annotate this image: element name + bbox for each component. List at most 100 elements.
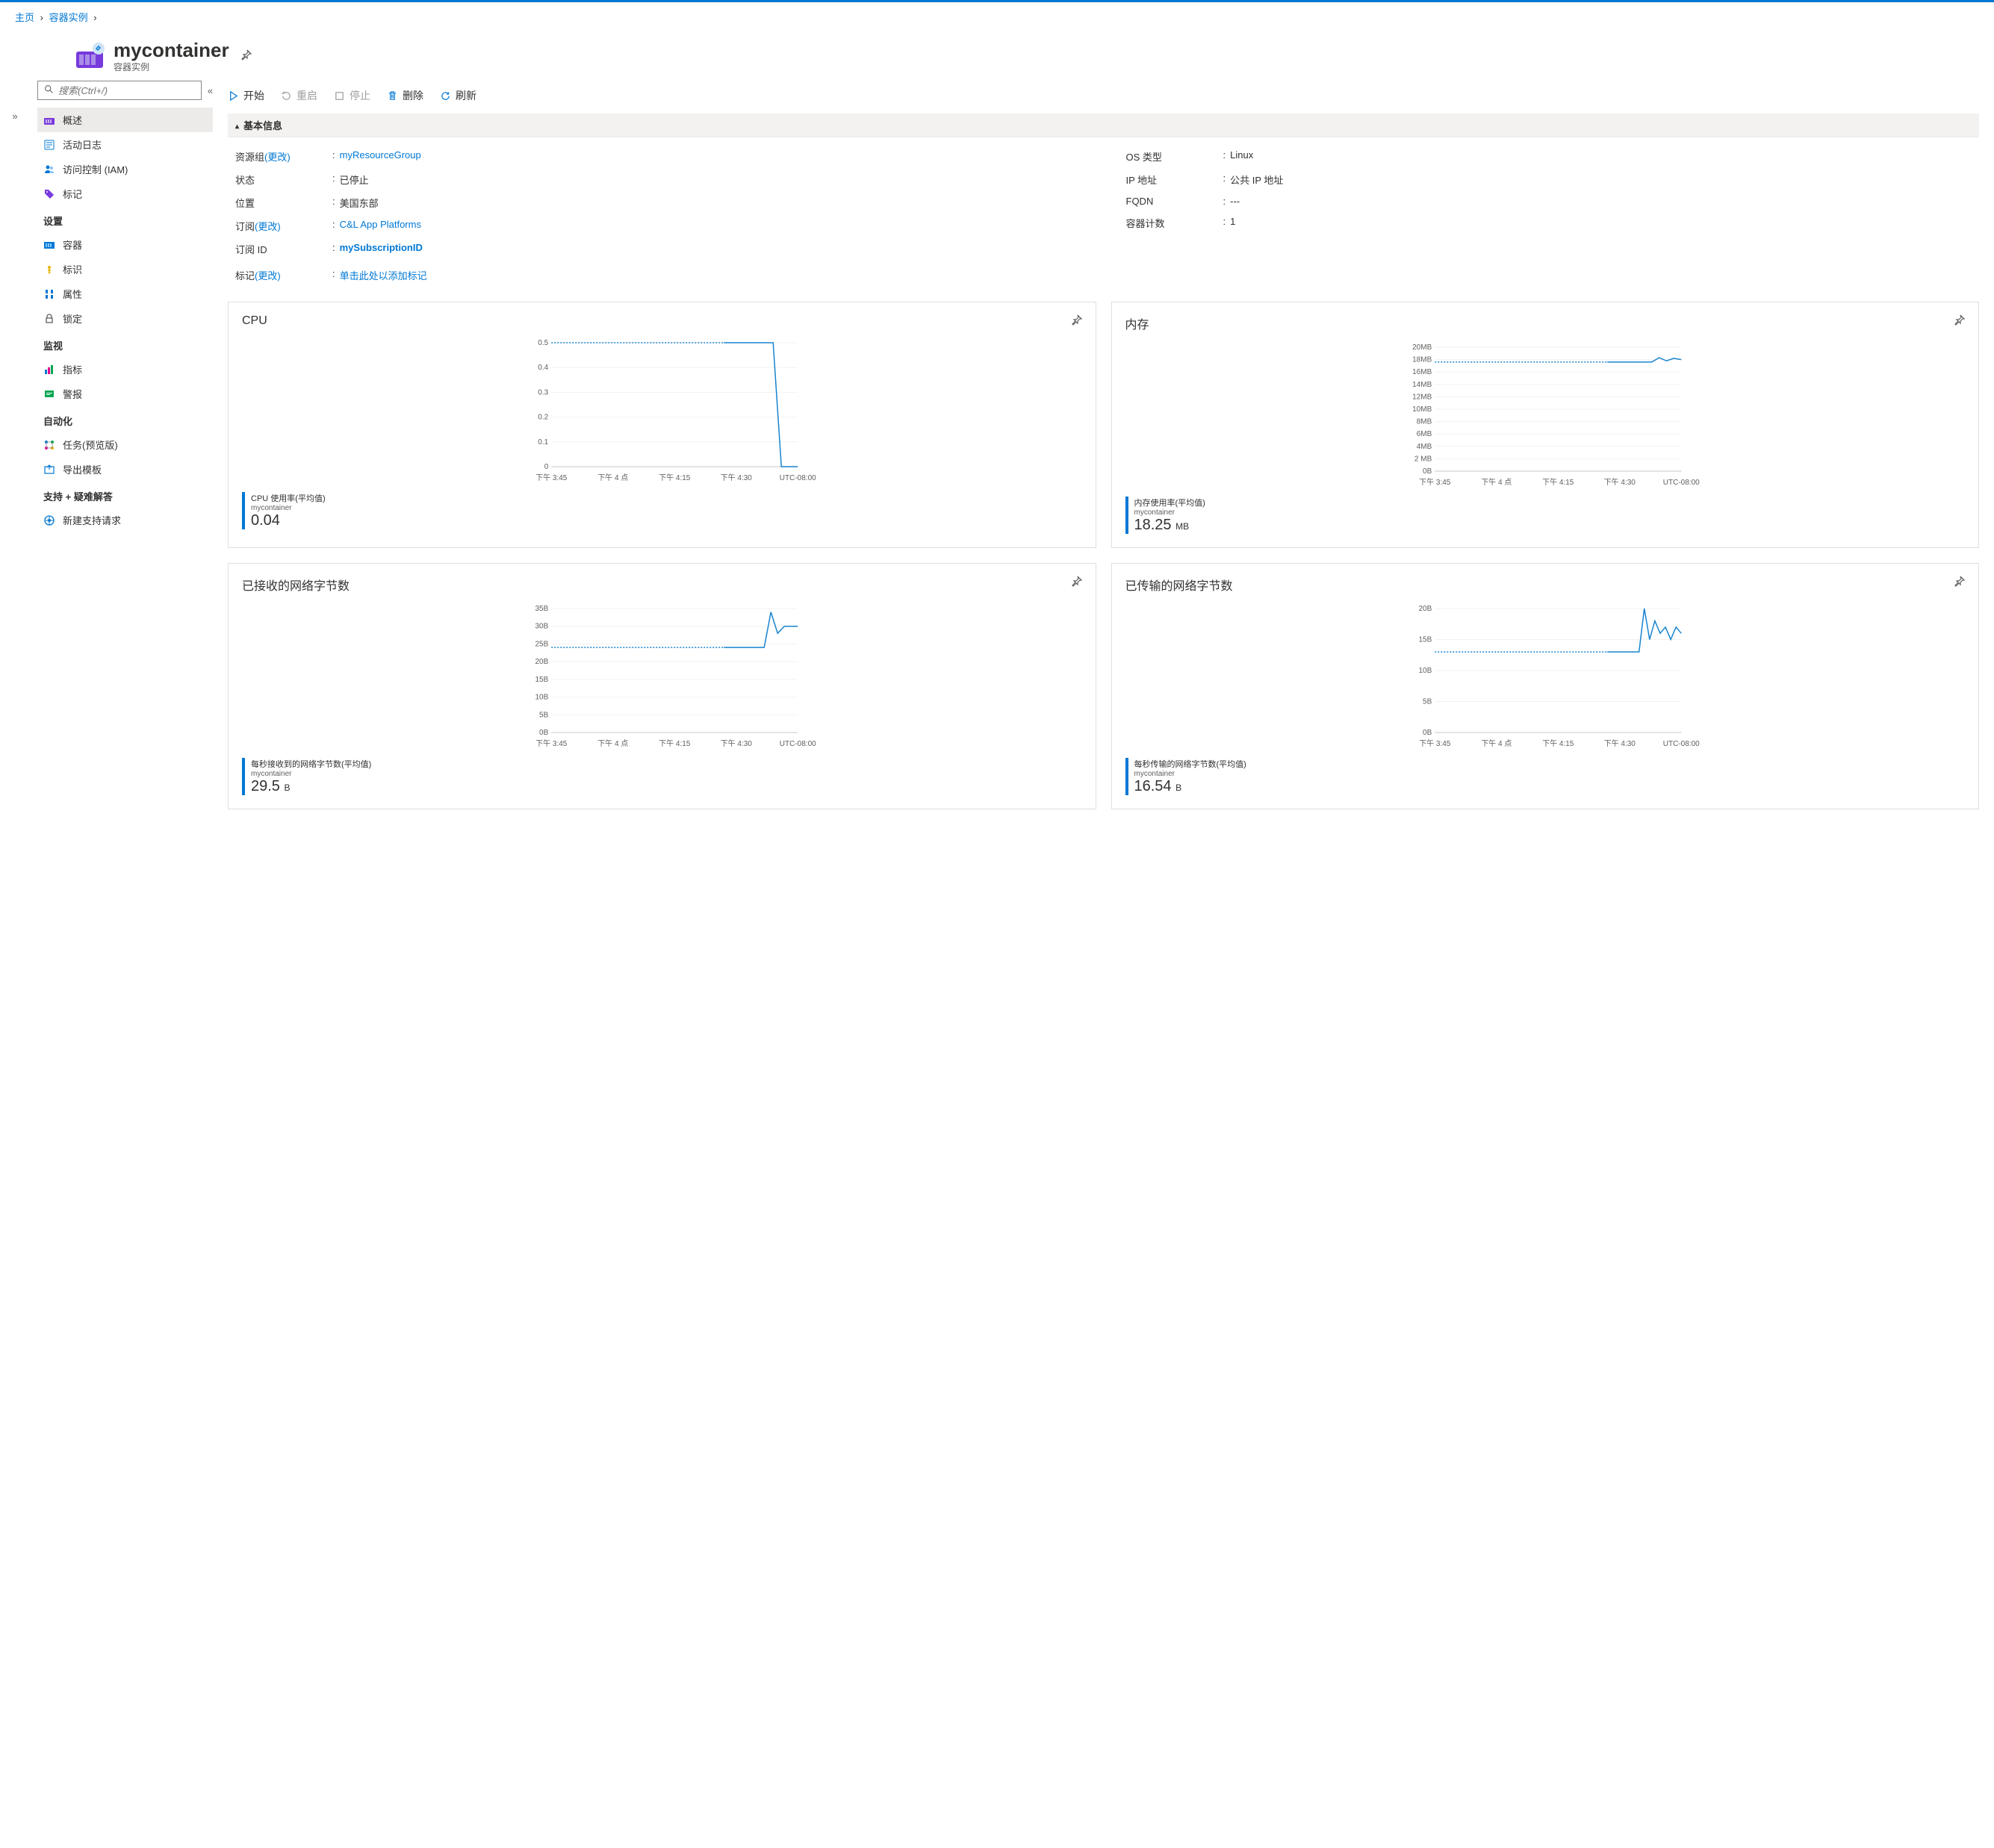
metrics-icon [43, 364, 55, 376]
svg-text:下午 4 点: 下午 4 点 [597, 738, 628, 748]
chart-title: 已传输的网络字节数 [1125, 576, 1966, 594]
svg-text:0.4: 0.4 [538, 364, 548, 372]
breadcrumb-section[interactable]: 容器实例 [49, 12, 88, 23]
tags-change-link[interactable]: (更改) [255, 270, 281, 281]
chart-card: 内存 0B2 MB4MB6MB8MB10MB12MB14MB16MB18MB20M… [1111, 302, 1980, 548]
chart-plot[interactable]: 0B2 MB4MB6MB8MB10MB12MB14MB16MB18MB20MB下… [1125, 340, 1966, 489]
sidebar-item-identity[interactable]: 标识 [37, 257, 213, 281]
identity-icon [43, 264, 55, 276]
pin-icon[interactable] [1953, 314, 1965, 329]
svg-text:15B: 15B [1418, 636, 1432, 644]
tags-row: 标记(更改) : 单击此处以添加标记 [228, 261, 1979, 287]
sidebar-section-settings: 设置 [37, 206, 213, 232]
chart-metric-name: 每秒传输的网络字节数(平均值) [1134, 758, 1246, 770]
chart-metric-value: 29.5 B [251, 778, 371, 795]
svg-text:下午 4 点: 下午 4 点 [597, 473, 628, 482]
svg-text:20B: 20B [535, 658, 548, 666]
property-row: 位置:美国东部 [235, 191, 1081, 214]
play-icon [228, 90, 239, 102]
svg-text:UTC-08:00: UTC-08:00 [1662, 740, 1699, 748]
sidebar-item-metrics[interactable]: 指标 [37, 357, 213, 382]
pin-icon[interactable] [1070, 314, 1082, 329]
essentials-header[interactable]: 基本信息 [228, 113, 1979, 137]
sidebar-section-support: 支持 + 疑难解答 [37, 482, 213, 508]
property-label: OS 类型 [1126, 149, 1223, 164]
property-label: 订阅 ID [235, 242, 332, 256]
property-label: 资源组(更改) [235, 149, 332, 164]
chevron-right-icon: › [93, 12, 96, 23]
refresh-icon [440, 90, 451, 102]
pin-icon[interactable] [1070, 576, 1082, 590]
svg-text:5B: 5B [539, 711, 549, 719]
search-input[interactable] [58, 85, 195, 96]
sidebar-item-overview[interactable]: 概述 [37, 108, 213, 132]
sidebar-item-tag[interactable]: 标记 [37, 181, 213, 206]
search-input-wrapper[interactable] [37, 81, 202, 100]
chart-plot[interactable]: 0B5B10B15B20B下午 3:45下午 4 点下午 4:15下午 4:30… [1125, 601, 1966, 750]
sidebar-item-container[interactable]: 容器 [37, 232, 213, 257]
svg-text:0.5: 0.5 [538, 339, 548, 347]
property-row: IP 地址:公共 IP 地址 [1126, 168, 1972, 191]
start-button[interactable]: 开始 [228, 88, 264, 103]
svg-text:5B: 5B [1423, 698, 1432, 706]
svg-text:UTC-08:00: UTC-08:00 [780, 740, 816, 748]
breadcrumb-home[interactable]: 主页 [15, 12, 34, 23]
property-value[interactable]: mySubscriptionID [340, 242, 423, 256]
add-tags-link[interactable]: 单击此处以添加标记 [340, 268, 427, 282]
sidebar-item-label: 属性 [63, 287, 82, 301]
refresh-button[interactable]: 刷新 [440, 88, 476, 103]
pin-icon[interactable] [1953, 576, 1965, 590]
pin-icon[interactable] [240, 49, 252, 63]
sidebar-item-log[interactable]: 活动日志 [37, 132, 213, 157]
chart-metric-value: 0.04 [251, 512, 326, 529]
sidebar-item-iam[interactable]: 访问控制 (IAM) [37, 157, 213, 181]
lock-icon [43, 313, 55, 325]
support-icon [43, 514, 55, 526]
delete-button[interactable]: 删除 [387, 88, 423, 103]
overview-icon [43, 114, 55, 126]
svg-text:下午 4 点: 下午 4 点 [1481, 477, 1512, 487]
chart-resource-name: mycontainer [1134, 508, 1205, 517]
sidebar-item-alerts[interactable]: 警报 [37, 382, 213, 406]
svg-text:UTC-08:00: UTC-08:00 [1662, 479, 1699, 487]
chart-resource-name: mycontainer [251, 504, 326, 512]
sidebar-item-support[interactable]: 新建支持请求 [37, 508, 213, 532]
chart-plot[interactable]: 00.10.20.30.40.5下午 3:45下午 4 点下午 4:15下午 4… [242, 335, 1082, 485]
property-value[interactable]: C&L App Platforms [340, 219, 421, 233]
sidebar: « 概述活动日志访问控制 (IAM)标记 设置 容器标识属性锁定 监视 指标警报… [30, 81, 220, 824]
svg-text:10B: 10B [535, 694, 548, 702]
sidebar-item-tasks[interactable]: 任务(预览版) [37, 432, 213, 457]
sidebar-item-props[interactable]: 属性 [37, 281, 213, 306]
sidebar-item-label: 警报 [63, 387, 82, 401]
svg-text:下午 4:30: 下午 4:30 [1603, 738, 1636, 748]
collapse-sidebar-icon[interactable]: « [208, 85, 213, 96]
svg-text:8MB: 8MB [1416, 418, 1432, 426]
sidebar-item-lock[interactable]: 锁定 [37, 306, 213, 331]
chart-card: 已接收的网络字节数0B5B10B15B20B25B30B35B下午 3:45下午… [228, 563, 1096, 809]
sidebar-item-label: 导出模板 [63, 462, 102, 476]
property-value: 已停止 [340, 172, 369, 187]
chart-metric-name: 每秒接收到的网络字节数(平均值) [251, 758, 371, 770]
svg-text:14MB: 14MB [1412, 381, 1432, 389]
svg-text:0B: 0B [539, 729, 549, 737]
iam-icon [43, 164, 55, 175]
svg-text:下午 4:15: 下午 4:15 [1542, 738, 1574, 748]
essentials-panel: 资源组(更改):myResourceGroup状态:已停止位置:美国东部订阅(更… [228, 145, 1979, 261]
property-value[interactable]: myResourceGroup [340, 149, 421, 164]
sidebar-item-label: 容器 [63, 237, 82, 252]
sidebar-item-label: 标记 [63, 187, 82, 201]
restart-icon [281, 90, 292, 102]
delete-icon [387, 90, 398, 102]
chart-title: 内存 [1125, 314, 1966, 332]
property-row: 资源组(更改):myResourceGroup [235, 145, 1081, 168]
svg-text:下午 4 点: 下午 4 点 [1481, 738, 1512, 748]
chart-plot[interactable]: 0B5B10B15B20B25B30B35B下午 3:45下午 4 点下午 4:… [242, 601, 1082, 750]
chart-metric-value: 16.54 B [1134, 778, 1246, 795]
collapse-menu-icon[interactable]: » [0, 81, 30, 824]
sidebar-item-export[interactable]: 导出模板 [37, 457, 213, 482]
property-label: 状态 [235, 172, 332, 187]
property-row: 订阅(更改):C&L App Platforms [235, 214, 1081, 237]
change-link[interactable]: (更改) [255, 221, 281, 232]
change-link[interactable]: (更改) [264, 152, 291, 163]
sidebar-item-label: 任务(预览版) [63, 438, 118, 452]
